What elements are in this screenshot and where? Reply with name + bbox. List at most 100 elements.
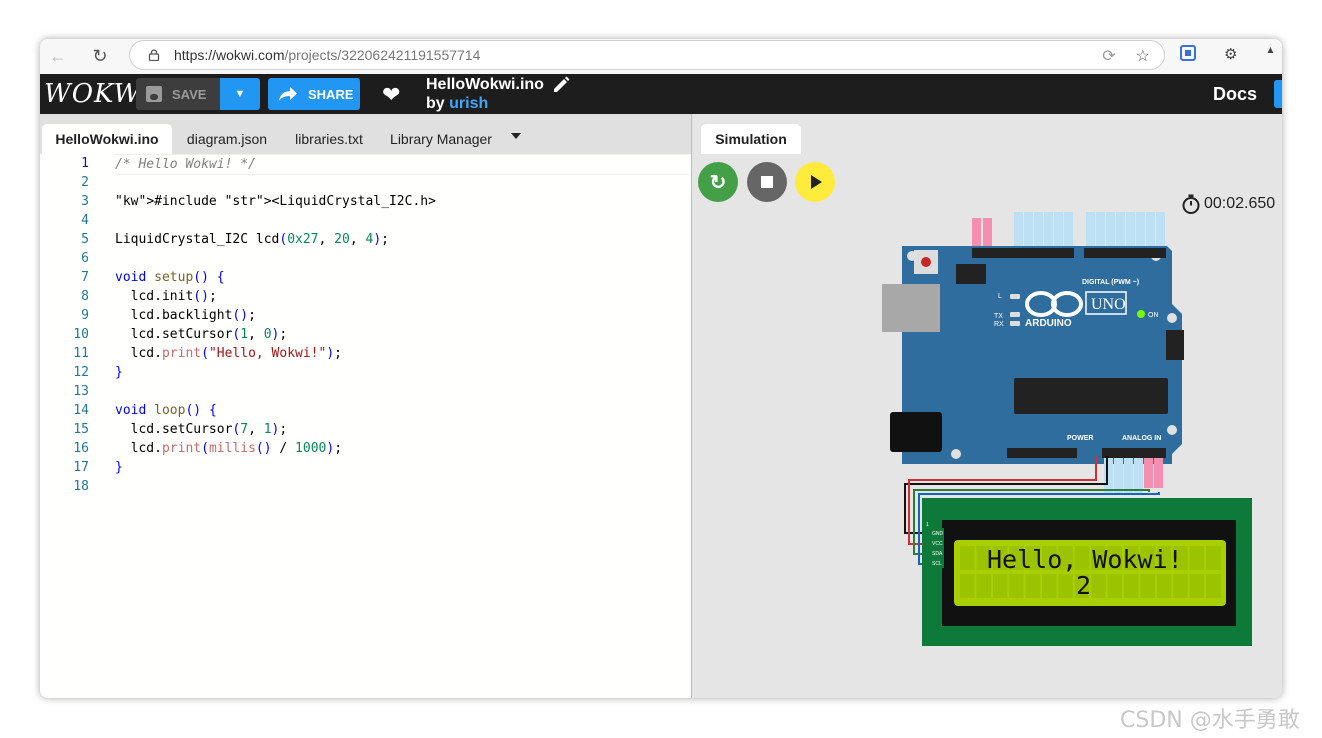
code-line[interactable]: 3 "kw">#include "str"><LiquidCrystal_I2C.… [40, 192, 691, 211]
share-button[interactable]: SHARE [268, 78, 360, 110]
code-line[interactable]: 15 lcd.setCursor(7, 1); [40, 420, 691, 439]
circuit-canvas[interactable]: ARDUINO UNO ON DIGITAL (PWM ~) POWER ANA… [692, 114, 1282, 698]
pin-state-labels-top [972, 212, 1165, 246]
tabs-dropdown-icon[interactable] [511, 133, 521, 139]
lcd-cell [1206, 574, 1221, 598]
code-text[interactable]: lcd.print("Hello, Wokwi!"); [115, 344, 689, 363]
lcd-line-1: Hello, Wokwi! [987, 545, 1183, 574]
lcd-cell [1140, 574, 1155, 598]
line-number: 4 [81, 213, 89, 228]
tx-label: TX [994, 313, 1003, 320]
heart-icon[interactable]: ❤ [382, 82, 400, 108]
tab-helloworld-ino[interactable]: HelloWokwi.ino [42, 124, 172, 154]
extension-icon[interactable] [1180, 45, 1196, 61]
address-bar[interactable]: https://wokwi.com/projects/3220624211915… [129, 40, 1165, 70]
code-line[interactable]: 10 lcd.setCursor(1, 0); [40, 325, 691, 344]
lcd-cell [1156, 574, 1172, 598]
code-line[interactable]: 12} [40, 363, 691, 382]
code-line[interactable]: 11 lcd.print("Hello, Wokwi!"); [40, 344, 691, 363]
code-line[interactable]: 1 /* Hello Wokwi! */ [40, 154, 691, 175]
tab-libraries-txt[interactable]: libraries.txt [286, 124, 372, 154]
tab-diagram-json[interactable]: diagram.json [178, 124, 276, 154]
arduino-uno-board[interactable]: ARDUINO UNO ON DIGITAL (PWM ~) POWER ANA… [882, 246, 1184, 464]
editor-tabbar: HelloWokwi.ino diagram.json libraries.tx… [40, 114, 691, 154]
code-text[interactable]: lcd.setCursor(7, 1); [115, 420, 689, 439]
project-byline: by urish [426, 95, 488, 113]
lcd-cell [1042, 574, 1057, 598]
docs-link[interactable]: Docs [1213, 84, 1257, 105]
code-text[interactable]: } [115, 363, 689, 382]
lcd-cell [1091, 574, 1106, 598]
save-button[interactable]: SAVE [136, 78, 220, 110]
code-line[interactable]: 4 [40, 211, 691, 230]
code-text[interactable]: void loop() { [115, 401, 689, 420]
svg-text:1: 1 [926, 522, 929, 528]
code-text[interactable]: "kw">#include "str"><LiquidCrystal_I2C.h… [115, 192, 689, 211]
code-text[interactable]: void setup() { [115, 268, 689, 287]
refresh-page-icon[interactable]: ⟳ [1102, 46, 1115, 66]
code-text[interactable]: } [115, 458, 689, 477]
star-icon[interactable]: ☆ [1136, 46, 1150, 66]
code-text[interactable]: lcd.setCursor(1, 0); [115, 325, 689, 344]
code-line[interactable]: 13 [40, 382, 691, 401]
code-line[interactable]: 9 lcd.backlight(); [40, 306, 691, 325]
code-text[interactable]: lcd.init(); [115, 287, 689, 306]
save-dropdown-button[interactable]: ▼ [220, 78, 260, 110]
url-path: /projects/322062421191557714 [284, 47, 481, 63]
code-line[interactable]: 18 [40, 477, 691, 496]
settings-icon[interactable]: ▲ [1265, 45, 1275, 63]
line-number: 5 [81, 232, 89, 247]
code-line[interactable]: 17} [40, 458, 691, 477]
line-number: 2 [81, 175, 89, 190]
puzzle-icon[interactable]: ⚙ [1224, 45, 1237, 63]
tab-library-manager[interactable]: Library Manager [388, 124, 494, 154]
pencil-icon[interactable] [552, 76, 570, 94]
lock-icon[interactable] [148, 49, 160, 61]
url-text: https://wokwi.com/projects/3220624211915… [174, 47, 480, 63]
power-jack [890, 412, 942, 452]
share-arrow-icon [279, 87, 297, 101]
uno-model-text: UNO [1091, 296, 1126, 313]
signin-button[interactable] [1274, 80, 1282, 108]
line-number: 14 [73, 403, 89, 418]
app-header: WOKWI SAVE ▼ SHARE ❤ HelloWokwi.ino by u… [40, 74, 1282, 114]
line-number: 10 [73, 327, 89, 342]
code-line[interactable]: 5 LiquidCrystal_I2C lcd(0x27, 20, 4); [40, 230, 691, 249]
csdn-watermark: CSDN @水手勇敢 [1120, 708, 1300, 733]
code-line[interactable]: 16 lcd.print(millis() / 1000); [40, 439, 691, 458]
code-line[interactable]: 8 lcd.init(); [40, 287, 691, 306]
project-title: HelloWokwi.ino [426, 76, 570, 94]
line-number: 13 [73, 384, 89, 399]
back-arrow-icon[interactable]: ← [42, 41, 74, 71]
lcd-cell [1009, 574, 1024, 598]
lcd-cell [1107, 574, 1123, 598]
code-line[interactable]: 14 void loop() { [40, 401, 691, 420]
atmega-chip [1014, 378, 1168, 414]
code-line[interactable]: 2 [40, 173, 691, 192]
lcd-2004-i2c[interactable]: 1 GND VCC SDA SCL Hello, Wokwi! 2 [922, 498, 1252, 646]
lcd-cell [1189, 574, 1205, 598]
line-number: 7 [81, 270, 89, 285]
lcd-cell [992, 574, 1008, 598]
lcd-cell [960, 546, 975, 570]
usb-connector [882, 284, 940, 332]
line-number: 16 [73, 441, 89, 456]
on-led [1137, 310, 1145, 318]
line-number: 12 [73, 365, 89, 380]
code-text[interactable]: lcd.backlight(); [115, 306, 689, 325]
analog-label: ANALOG IN [1122, 435, 1161, 442]
l-led-label: L [998, 293, 1002, 300]
code-text[interactable]: /* Hello Wokwi! */ [115, 154, 689, 175]
by-label: by [426, 95, 445, 112]
line-number: 9 [81, 308, 89, 323]
code-area[interactable]: 1 /* Hello Wokwi! */ 2 3 "kw">#include "str"… [40, 154, 691, 496]
code-line[interactable]: 7 void setup() { [40, 268, 691, 287]
lcd-pin-sda: SDA [932, 551, 943, 557]
code-text[interactable]: lcd.print(millis() / 1000); [115, 439, 689, 458]
lcd-cell [1173, 574, 1188, 598]
reload-icon[interactable]: ↻ [84, 41, 116, 71]
lcd-pin-scl: SCL [932, 561, 942, 567]
code-line[interactable]: 6 [40, 249, 691, 268]
code-text[interactable]: LiquidCrystal_I2C lcd(0x27, 20, 4); [115, 230, 689, 249]
author-link[interactable]: urish [449, 95, 488, 112]
